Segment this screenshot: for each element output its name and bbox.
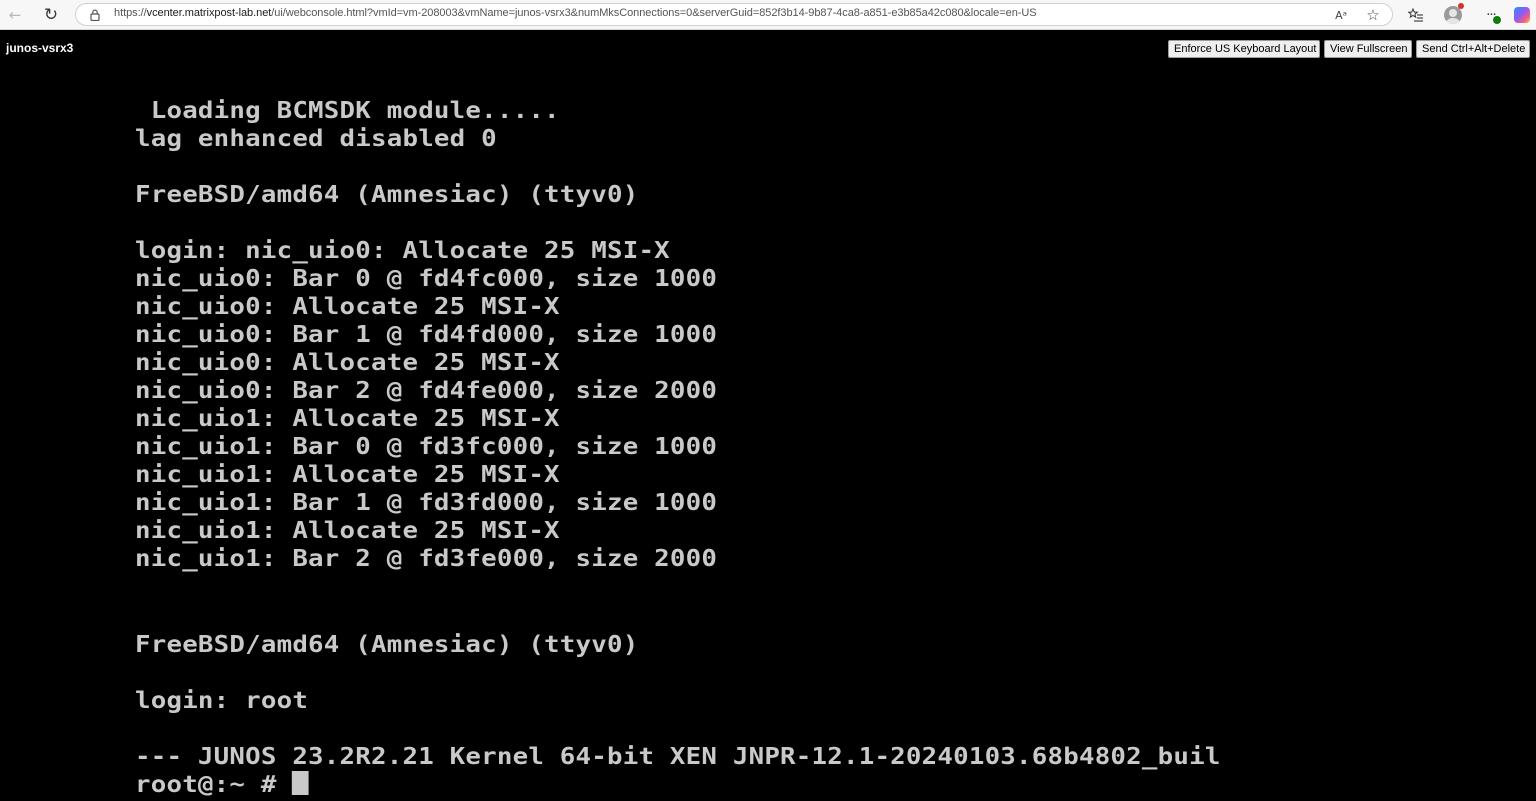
url-host: vcenter.matrixpost-lab.net (146, 7, 272, 19)
terminal-line: FreeBSD/amd64 (Amnesiac) (ttyv0) (135, 182, 639, 208)
reload-icon[interactable]: ↻ (41, 5, 61, 25)
send-ctrl-alt-delete-button[interactable]: Send Ctrl+Alt+Delete (1416, 40, 1530, 58)
badge-icon (1493, 16, 1501, 24)
url-text[interactable]: https://vcenter.matrixpost-lab.net/ui/we… (114, 7, 1037, 19)
vm-console-screen[interactable]: Loading BCMSDK module..... lag enhanced … (0, 61, 1536, 801)
terminal-line: nic_uio1: Bar 1 @ fd3fd000, size 1000 (135, 490, 718, 516)
star-icon[interactable]: ☆ (1364, 6, 1382, 24)
terminal-line: login: root (135, 688, 309, 714)
profile-avatar-icon[interactable] (1442, 3, 1464, 26)
console-header: junos-vsrx3 Enforce US Keyboard Layout V… (0, 31, 1536, 61)
terminal-line: FreeBSD/amd64 (Amnesiac) (ttyv0) (135, 632, 639, 658)
read-aloud-icon[interactable]: Aᵃ (1332, 6, 1350, 24)
vm-name-label: junos-vsrx3 (6, 41, 74, 55)
terminal-prompt-line[interactable]: root@:~ # (135, 771, 310, 799)
enforce-us-keyboard-button[interactable]: Enforce US Keyboard Layout (1168, 40, 1320, 58)
url-prefix: https:// (114, 7, 147, 19)
terminal-line: nic_uio1: Bar 2 @ fd3fe000, size 2000 (135, 546, 718, 572)
terminal-line: --- JUNOS 23.2R2.21 Kernel 64-bit XEN JN… (135, 744, 1221, 770)
more-options-icon[interactable]: ··· (1480, 4, 1502, 26)
url-path: /ui/webconsole.html?vmId=vm-208003&vmNam… (271, 7, 1037, 19)
favorites-icon[interactable] (1405, 4, 1427, 26)
browser-toolbar: ← ↻ https://vcenter.matrixpost-lab.net/u… (0, 0, 1536, 30)
terminal-line: nic_uio0: Bar 2 @ fd4fe000, size 2000 (135, 378, 718, 404)
terminal-line: nic_uio0: Allocate 25 MSI-X (135, 294, 560, 320)
terminal-line: login: nic_uio0: Allocate 25 MSI-X (135, 238, 670, 264)
lock-icon[interactable] (90, 9, 100, 21)
terminal-line: nic_uio1: Allocate 25 MSI-X (135, 406, 560, 432)
terminal-line: nic_uio1: Allocate 25 MSI-X (135, 462, 560, 488)
text-cursor (292, 771, 310, 795)
terminal-line: nic_uio0: Bar 1 @ fd4fd000, size 1000 (135, 322, 718, 348)
terminal-line: Loading BCMSDK module..... (135, 98, 560, 124)
terminal-line: nic_uio1: Bar 0 @ fd3fc000, size 1000 (135, 434, 718, 460)
view-fullscreen-button[interactable]: View Fullscreen (1324, 40, 1412, 58)
terminal-line: lag enhanced disabled 0 (135, 126, 497, 152)
notification-dot-icon (1458, 3, 1464, 9)
address-bar[interactable]: https://vcenter.matrixpost-lab.net/ui/we… (75, 3, 1393, 26)
terminal-line: nic_uio1: Allocate 25 MSI-X (135, 518, 560, 544)
terminal-line: nic_uio0: Bar 0 @ fd4fc000, size 1000 (135, 266, 718, 292)
terminal-line: nic_uio0: Allocate 25 MSI-X (135, 350, 560, 376)
back-arrow-icon[interactable]: ← (5, 5, 25, 25)
copilot-icon[interactable] (1511, 4, 1533, 26)
shell-prompt: root@:~ # (135, 772, 293, 798)
